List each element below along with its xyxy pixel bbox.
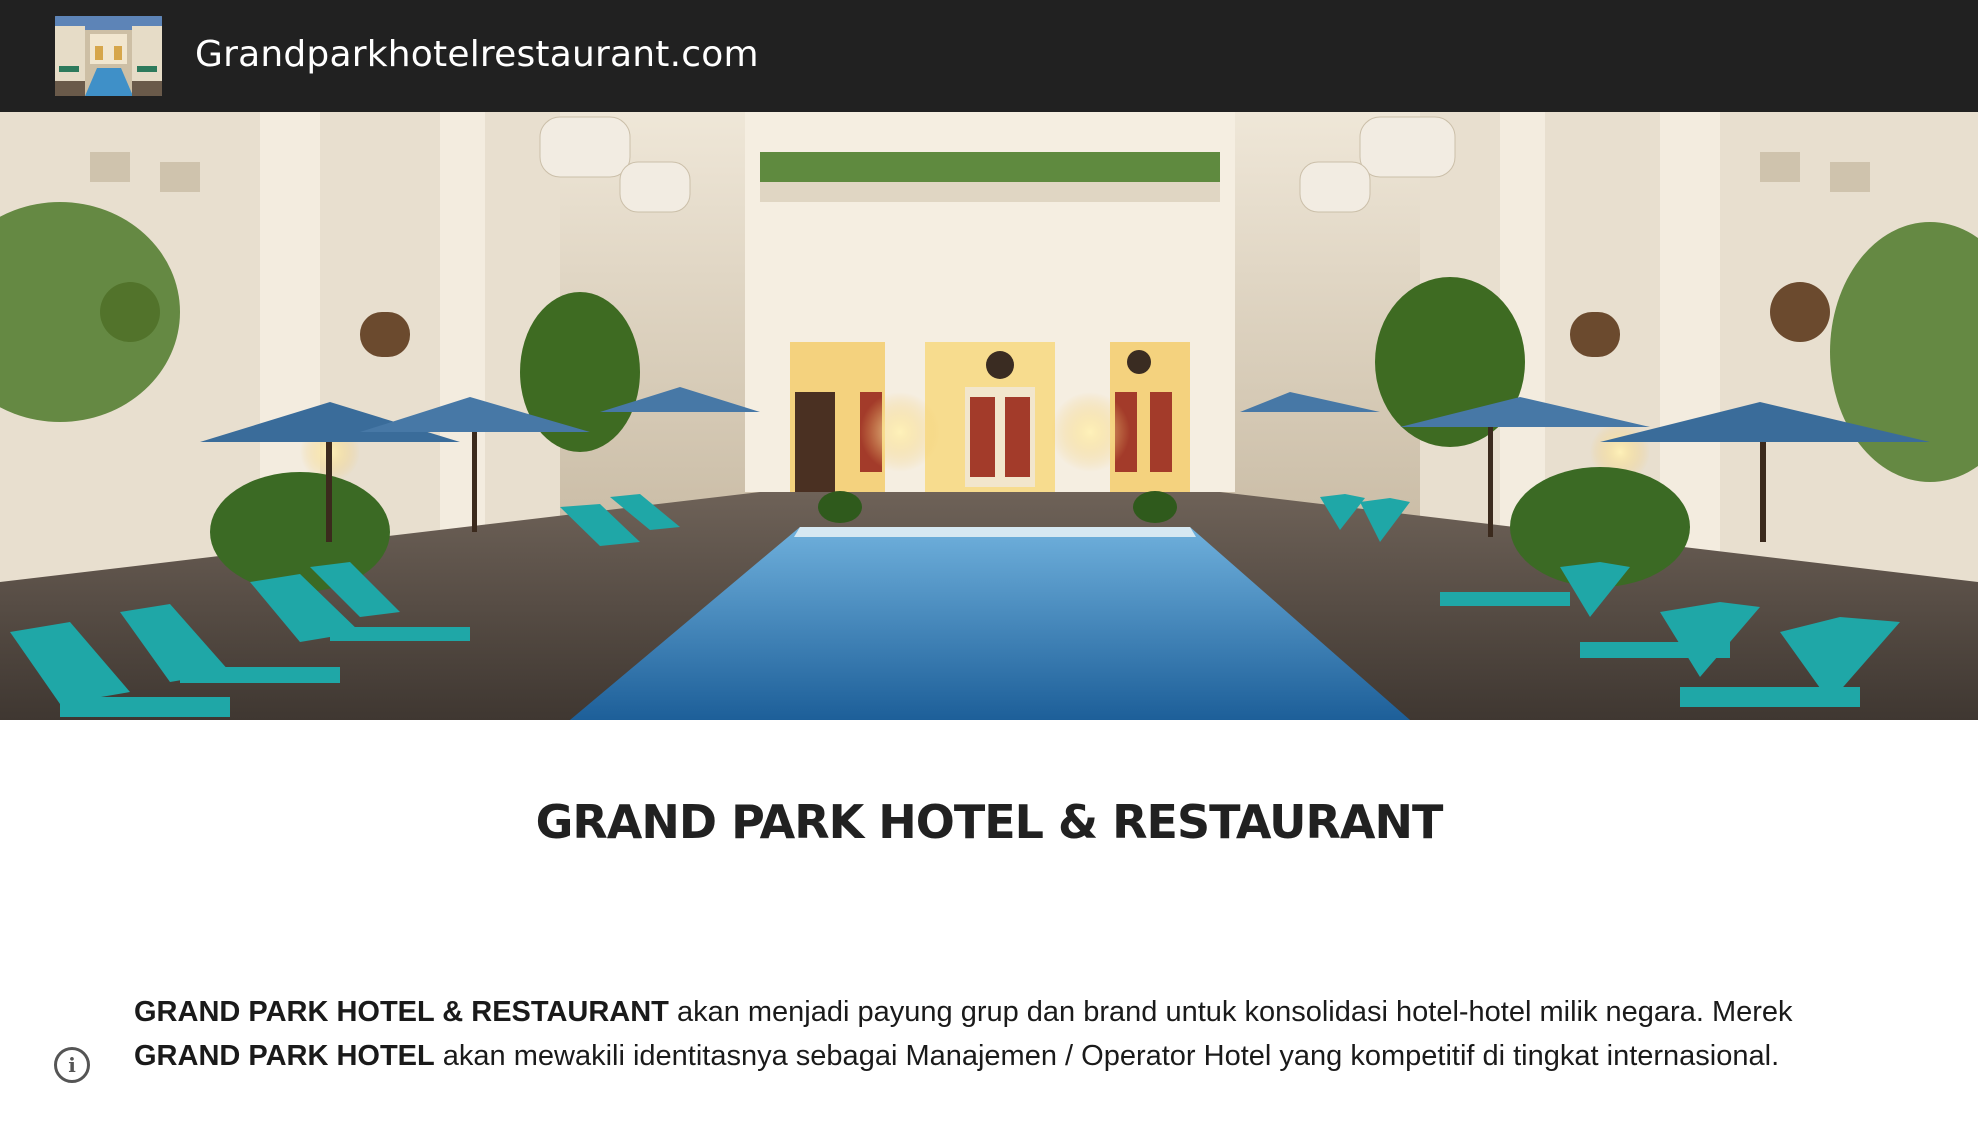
hotel-courtyard-pool-photo (0, 112, 1978, 720)
brand-name-full: GRAND PARK HOTEL & RESTAURANT (134, 996, 669, 1028)
site-title[interactable]: Grandparkhotelrestaurant.com (195, 34, 759, 75)
info-icon[interactable]: i (54, 1047, 90, 1083)
hero-banner (0, 112, 1978, 720)
paragraph-text-1: akan menjadi payung grup dan brand untuk… (668, 996, 1793, 1028)
page-title: GRAND PARK HOTEL & RESTAURANT (535, 795, 1444, 849)
brand-name-short: GRAND PARK HOTEL (134, 1040, 435, 1072)
top-app-bar: Grandparkhotelrestaurant.com (0, 0, 1978, 112)
site-logo[interactable] (55, 16, 162, 96)
intro-paragraph: GRAND PARK HOTEL & RESTAURANT akan menja… (134, 990, 1894, 1078)
logo-image (55, 16, 162, 96)
paragraph-text-2: akan mewakili identitasnya sebagai Manaj… (434, 1040, 1780, 1072)
